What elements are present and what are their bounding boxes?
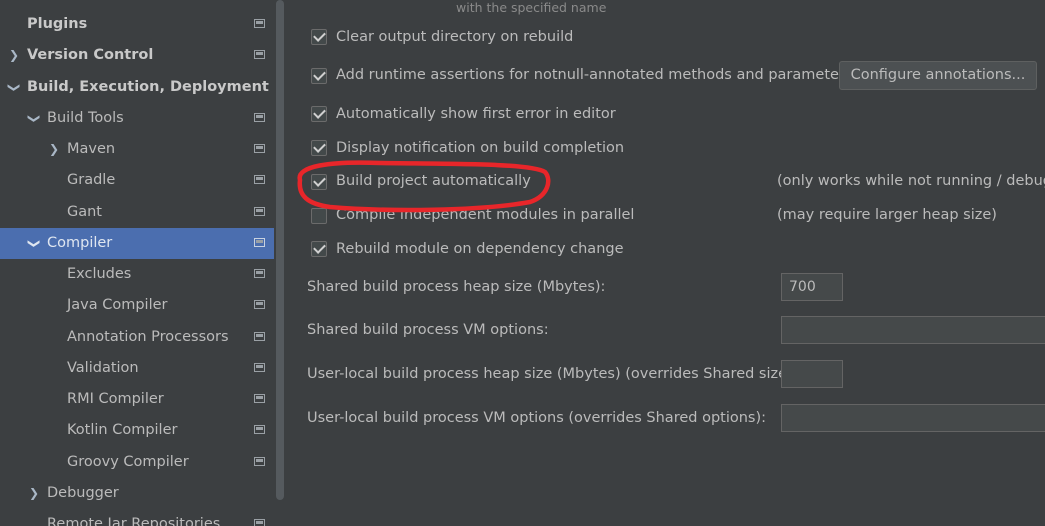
chevron-down-icon[interactable]: ❯ (19, 113, 50, 125)
tree-item-debugger[interactable]: ❯ Debugger (0, 478, 274, 509)
project-scope-icon (254, 394, 265, 403)
tree-item-build-execution-deployment[interactable]: ❯ Build, Execution, Deployment (0, 72, 274, 103)
tree-item-label: Gradle (67, 172, 116, 188)
project-scope-icon (254, 19, 265, 28)
project-scope-icon (254, 50, 265, 59)
tree-item-label: Build, Execution, Deployment (27, 79, 269, 95)
tree-item-rmi-compiler[interactable]: RMI Compiler (0, 384, 274, 415)
shared-heap-label: Shared build process heap size (Mbytes): (307, 279, 606, 295)
tree-item-compiler[interactable]: ❯ Compiler (0, 228, 274, 259)
project-scope-icon (254, 238, 265, 247)
tree-item-label: Compiler (47, 235, 113, 251)
tree-item-validation[interactable]: Validation (0, 353, 274, 384)
project-scope-icon (254, 332, 265, 341)
local-vm-label: User-local build process VM options (ove… (307, 410, 767, 426)
tree-item-label: Kotlin Compiler (67, 422, 178, 438)
project-scope-icon (254, 300, 265, 309)
tree-item-label: Version Control (27, 47, 154, 63)
tree-item-annotation-processors[interactable]: Annotation Processors (0, 322, 274, 353)
tree-item-label: Excludes (67, 266, 132, 282)
tree-item-remote-jar-repositories[interactable]: Remote Jar Repositories (0, 509, 274, 526)
tree-item-label: Plugins (27, 16, 88, 32)
project-scope-icon (254, 113, 265, 122)
checkbox-label: Automatically show first error in editor (336, 106, 616, 122)
project-scope-icon (254, 457, 265, 466)
shared-vm-label: Shared build process VM options: (307, 322, 549, 338)
chevron-right-icon[interactable]: ❯ (8, 40, 20, 71)
tree-item-label: Remote Jar Repositories (47, 516, 221, 526)
chevron-down-icon[interactable]: ❯ (0, 82, 30, 94)
tree-item-label: Java Compiler (67, 297, 168, 313)
checkbox-label: Add runtime assertions for notnull-annot… (336, 67, 853, 83)
tree-item-label: Groovy Compiler (67, 454, 189, 470)
sidebar-scrollbar[interactable] (276, 0, 284, 500)
tree-item-maven[interactable]: ❯ Maven (0, 134, 274, 165)
tree-item-label: Maven (67, 141, 116, 157)
checkbox-runtime-assertions[interactable] (311, 68, 327, 84)
tree-item-label: RMI Compiler (67, 391, 164, 407)
shared-vm-input[interactable] (781, 316, 1045, 344)
configure-annotations-button[interactable]: Configure annotations... (839, 61, 1037, 90)
tree-item-kotlin-compiler[interactable]: Kotlin Compiler (0, 415, 274, 446)
project-scope-icon (254, 269, 265, 278)
checkbox-build-notification[interactable] (311, 140, 327, 156)
local-heap-input[interactable] (781, 360, 843, 388)
checkbox-build-automatically[interactable] (311, 174, 327, 190)
parallel-hint: (may require larger heap size) (777, 207, 997, 223)
tree-item-label: Debugger (47, 485, 119, 501)
shared-heap-input[interactable]: 700 (781, 273, 843, 301)
chevron-right-icon[interactable]: ❯ (28, 478, 40, 509)
chevron-down-icon[interactable]: ❯ (19, 238, 50, 250)
project-scope-icon (254, 207, 265, 216)
tree-item-version-control[interactable]: ❯ Version Control (0, 40, 274, 71)
tree-item-gant[interactable]: Gant (0, 197, 274, 228)
tree-item-groovy-compiler[interactable]: Groovy Compiler (0, 447, 274, 478)
checkbox-rebuild-on-dependency[interactable] (311, 241, 327, 257)
tree-item-build-tools[interactable]: ❯ Build Tools (0, 103, 274, 134)
checkbox-label: Rebuild module on dependency change (336, 241, 624, 257)
tree-item-label: Gant (67, 204, 102, 220)
tree-item-plugins[interactable]: Plugins (0, 9, 274, 40)
build-auto-hint: (only works while not running / debuggin… (777, 173, 1045, 189)
local-heap-label: User-local build process heap size (Mbyt… (307, 366, 798, 382)
tree-item-gradle[interactable]: Gradle (0, 165, 274, 196)
checkbox-clear-output[interactable] (311, 29, 327, 45)
local-vm-input[interactable] (781, 404, 1045, 432)
settings-tree: Plugins ❯ Version Control ❯ Build, Execu… (0, 0, 274, 526)
checkbox-label: Display notification on build completion (336, 140, 625, 156)
faded-hint-text: with the specified name (456, 0, 607, 15)
tree-item-java-compiler[interactable]: Java Compiler (0, 290, 274, 321)
checkbox-label: Build project automatically (336, 173, 531, 189)
project-scope-icon (254, 144, 265, 153)
checkbox-show-first-error[interactable] (311, 106, 327, 122)
checkbox-label: Clear output directory on rebuild (336, 29, 574, 45)
tree-item-label: Annotation Processors (67, 329, 229, 345)
project-scope-icon (254, 175, 265, 184)
project-scope-icon (254, 425, 265, 434)
compiler-settings-panel: with the specified name Clear output dir… (286, 0, 1045, 526)
tree-item-label: Build Tools (47, 110, 124, 126)
project-scope-icon (254, 363, 265, 372)
checkbox-parallel-compile[interactable] (311, 208, 327, 224)
checkbox-label: Compile independent modules in parallel (336, 207, 635, 223)
tree-item-excludes[interactable]: Excludes (0, 259, 274, 290)
project-scope-icon (254, 519, 265, 526)
chevron-right-icon[interactable]: ❯ (48, 134, 60, 165)
tree-item-label: Validation (67, 360, 139, 376)
